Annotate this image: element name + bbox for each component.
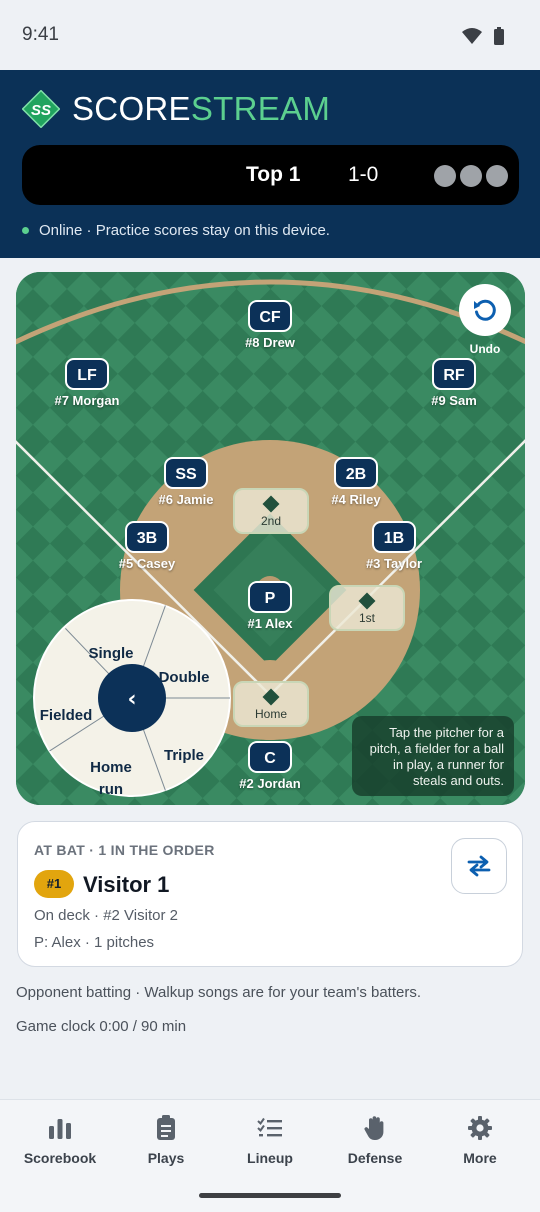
- checklist-icon: [257, 1117, 282, 1137]
- fielder-lf[interactable]: LF #7 Morgan: [27, 358, 147, 408]
- out-dot: [434, 165, 456, 187]
- hand-icon: [364, 1116, 384, 1140]
- battery-icon: [494, 27, 504, 45]
- connection-status: Online · Practice scores stay on this de…: [22, 222, 330, 239]
- base-icon: [262, 495, 280, 513]
- swap-arrows-icon: [467, 855, 491, 877]
- position-badge: P: [248, 581, 292, 613]
- fielder-name: #8 Drew: [245, 335, 295, 350]
- base-icon: [262, 688, 280, 706]
- home-indicator[interactable]: [199, 1193, 341, 1198]
- undo-icon-wrap: [459, 284, 511, 336]
- scoreboard[interactable]: Top 1 1-0: [22, 145, 519, 205]
- out-dot: [460, 165, 482, 187]
- position-badge: SS: [164, 457, 208, 489]
- fielder-name: #4 Riley: [331, 492, 381, 507]
- nav-plays[interactable]: Plays: [112, 1114, 220, 1166]
- brand: SS SCORESTREAM: [22, 90, 330, 128]
- nav-label: Lineup: [247, 1150, 293, 1166]
- opponent-note: Opponent batting · Walkup songs are for …: [16, 984, 422, 1001]
- position-badge: LF: [65, 358, 109, 390]
- base-second[interactable]: 2nd: [233, 488, 309, 534]
- online-dot-icon: [22, 227, 29, 234]
- wifi-icon: [462, 28, 482, 44]
- brand-logo-icon: SS: [22, 90, 60, 128]
- baseball-field[interactable]: Undo CF #8 Drew LF #7 Morgan RF #9 Sam S…: [16, 272, 525, 805]
- fielder-name: #6 Jamie: [158, 492, 214, 507]
- out-dot: [486, 165, 508, 187]
- connection-text: Online · Practice scores stay on this de…: [39, 222, 330, 239]
- batter-name: Visitor 1: [83, 872, 170, 897]
- position-badge: C: [248, 741, 292, 773]
- game-clock: Game clock 0:00 / 90 min: [16, 1018, 187, 1035]
- base-first[interactable]: 1st: [329, 585, 405, 631]
- base-icon: [358, 592, 376, 610]
- at-bat-card: AT BAT · 1 IN THE ORDER #1 Visitor 1 On …: [17, 821, 523, 967]
- position-badge: 3B: [125, 521, 169, 553]
- nav-label: Scorebook: [23, 1150, 97, 1166]
- fielder-cf[interactable]: CF #8 Drew: [210, 300, 330, 350]
- wheel-fielded[interactable]: Fielded: [40, 707, 93, 724]
- fielder-name: #7 Morgan: [54, 393, 120, 408]
- brand-name-part1: SCORE: [72, 90, 191, 127]
- fielder-2b[interactable]: 2B #4 Riley: [296, 457, 416, 507]
- outs-indicator: [434, 165, 508, 187]
- position-badge: CF: [248, 300, 292, 332]
- wheel-home-run-line2[interactable]: run: [99, 781, 123, 798]
- brand-name-part2: STREAM: [190, 90, 331, 127]
- status-time: 9:41: [22, 24, 59, 45]
- fielder-ss[interactable]: SS #6 Jamie: [126, 457, 246, 507]
- at-bat-caption: AT BAT · 1 IN THE ORDER: [34, 842, 215, 858]
- clipboard-icon: [157, 1115, 175, 1140]
- position-badge: 2B: [334, 457, 378, 489]
- position-badge: RF: [432, 358, 476, 390]
- result-wheel[interactable]: Single Double Triple Home run Fielded ‹: [32, 598, 232, 798]
- fielder-1b[interactable]: 1B #3 Taylor: [334, 521, 454, 571]
- nav-defense[interactable]: Defense: [321, 1114, 429, 1166]
- nav-lineup[interactable]: Lineup: [216, 1114, 324, 1166]
- status-bar: 9:41: [0, 0, 540, 70]
- base-label: 2nd: [260, 514, 282, 528]
- base-label: 1st: [358, 611, 375, 625]
- base-home[interactable]: Home: [233, 681, 309, 727]
- score-label: 1-0: [348, 163, 379, 186]
- fielder-3b[interactable]: 3B #5 Casey: [87, 521, 207, 571]
- fielder-name: #9 Sam: [431, 393, 477, 408]
- fielder-name: #5 Casey: [118, 556, 176, 571]
- field-hint: Tap the pitcher for a pitch, a fielder f…: [352, 716, 514, 796]
- app-header: SS SCORESTREAM Top 1 1-0 Online · Practi…: [0, 70, 540, 258]
- fielder-name: #3 Taylor: [365, 556, 423, 571]
- swap-batter-button[interactable]: [451, 838, 507, 894]
- fielder-rf[interactable]: RF #9 Sam: [394, 358, 514, 408]
- undo-icon: [474, 299, 496, 321]
- wheel-single[interactable]: Single: [88, 645, 133, 662]
- inning-label: Top 1: [246, 163, 301, 186]
- bar-chart-icon: [49, 1119, 71, 1139]
- gear-icon: [468, 1116, 492, 1140]
- brand-name: SCORESTREAM: [72, 90, 330, 128]
- chevron-left-icon: ‹: [127, 687, 136, 712]
- system-icons: [462, 27, 504, 45]
- undo-label: Undo: [469, 342, 501, 356]
- wheel-home-run-line1[interactable]: Home: [90, 759, 132, 776]
- wheel-triple[interactable]: Triple: [164, 747, 204, 764]
- base-label: Home: [254, 707, 287, 721]
- nav-more[interactable]: More: [426, 1114, 534, 1166]
- position-badge: 1B: [372, 521, 416, 553]
- order-badge: #1: [34, 870, 74, 898]
- undo-button[interactable]: Undo: [458, 284, 512, 356]
- on-deck-text: On deck · #2 Visitor 2: [34, 907, 178, 924]
- nav-scorebook[interactable]: Scorebook: [6, 1114, 114, 1166]
- nav-label: Plays: [147, 1150, 185, 1166]
- nav-label: More: [463, 1150, 497, 1166]
- nav-label: Defense: [347, 1150, 403, 1166]
- pitcher-line: P: Alex · 1 pitches: [34, 934, 155, 951]
- svg-text:SS: SS: [31, 102, 51, 119]
- wheel-double[interactable]: Double: [159, 669, 210, 686]
